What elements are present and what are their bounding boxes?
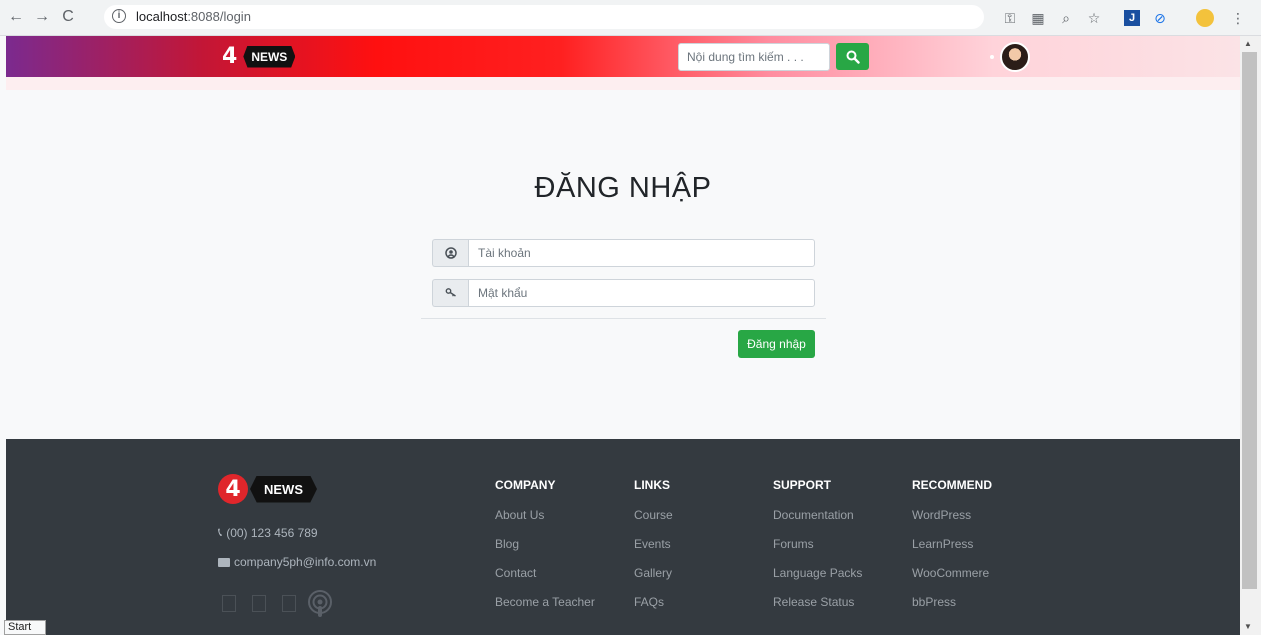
forward-icon[interactable]: →	[32, 7, 52, 27]
translate-icon[interactable]: ▦	[1028, 8, 1048, 28]
profile-icon[interactable]	[1196, 9, 1214, 27]
social-icon[interactable]	[222, 595, 236, 612]
footer-link[interactable]: LearnPress	[912, 537, 973, 551]
logo-text: NEWS	[250, 475, 317, 503]
key-icon	[432, 279, 468, 307]
username-group: Tài khoản	[432, 239, 815, 267]
password-group: Mật khẩu	[432, 279, 815, 307]
site-header	[6, 36, 1240, 77]
footer-link[interactable]: bbPress	[912, 595, 956, 609]
footer-link[interactable]: FAQs	[634, 595, 664, 609]
form-divider	[421, 318, 826, 319]
social-icon[interactable]	[252, 595, 266, 612]
zoom-icon[interactable]: ⌕	[1056, 8, 1076, 28]
extension-icon[interactable]: J	[1124, 10, 1140, 26]
back-icon[interactable]: ←	[6, 7, 26, 27]
footer-link[interactable]: Contact	[495, 566, 536, 580]
extension-icon[interactable]: ⊘	[1150, 8, 1170, 28]
footer-email[interactable]: company5ph@info.com.vn	[218, 555, 376, 569]
key-icon[interactable]: ⚿	[1000, 8, 1020, 28]
star-icon[interactable]: ☆	[1084, 8, 1104, 28]
browser-toolbar: ← → C i localhost:8088/login ⚿ ▦ ⌕ ☆ J ⊘…	[0, 0, 1261, 36]
footer-link[interactable]: Forums	[773, 537, 814, 551]
logo-number: 4	[218, 474, 248, 504]
footer-logo[interactable]: 4 NEWS	[218, 474, 317, 504]
footer-link[interactable]: WordPress	[912, 508, 971, 522]
login-button[interactable]: Đăng nhập	[738, 330, 815, 358]
podcast-icon[interactable]	[305, 589, 335, 619]
dropdown-dot	[990, 55, 994, 59]
url-text[interactable]: localhost:8088/login	[136, 9, 251, 24]
footer-link[interactable]: Language Packs	[773, 566, 862, 580]
menu-icon[interactable]: ⋮	[1228, 8, 1248, 28]
footer-link[interactable]: Become a Teacher	[495, 595, 595, 609]
username-input[interactable]: Tài khoản	[468, 239, 815, 267]
column-title: COMPANY	[495, 478, 556, 492]
avatar[interactable]	[1000, 42, 1030, 72]
info-icon[interactable]: i	[112, 9, 126, 23]
status-bar-start: Start	[4, 620, 46, 635]
scroll-down-icon[interactable]: ▼	[1244, 622, 1252, 631]
footer-link[interactable]: Events	[634, 537, 671, 551]
header-logo[interactable]: 4 NEWS	[222, 44, 296, 69]
social-icon[interactable]	[282, 595, 296, 612]
logo-number: 4	[222, 44, 238, 69]
footer-link[interactable]: Gallery	[634, 566, 672, 580]
footer-link[interactable]: Blog	[495, 537, 519, 551]
footer	[6, 439, 1240, 635]
footer-link[interactable]: Course	[634, 508, 673, 522]
search-input[interactable]: Nội dung tìm kiếm . . .	[678, 43, 830, 71]
logo-text: NEWS	[243, 45, 296, 68]
footer-link[interactable]: Documentation	[773, 508, 854, 522]
scroll-up-icon[interactable]: ▲	[1244, 39, 1252, 48]
password-input[interactable]: Mật khẩu	[468, 279, 815, 307]
scrollbar-thumb[interactable]	[1242, 52, 1257, 589]
header-band	[6, 77, 1240, 90]
column-title: SUPPORT	[773, 478, 832, 492]
column-title: LINKS	[634, 478, 670, 492]
phone-icon: 📞︎	[218, 525, 223, 539]
footer-link[interactable]: Release Status	[773, 595, 854, 609]
column-title: RECOMMEND	[912, 478, 992, 492]
search-button[interactable]	[836, 43, 869, 70]
footer-link[interactable]: About Us	[495, 508, 544, 522]
search-icon	[846, 50, 860, 64]
login-title: ĐĂNG NHẬP	[534, 172, 712, 204]
user-icon	[432, 239, 468, 267]
footer-link[interactable]: WooCommere	[912, 566, 989, 580]
envelope-icon	[218, 557, 230, 567]
footer-phone: 📞︎ (00) 123 456 789	[218, 525, 318, 540]
reload-icon[interactable]: C	[58, 7, 78, 27]
